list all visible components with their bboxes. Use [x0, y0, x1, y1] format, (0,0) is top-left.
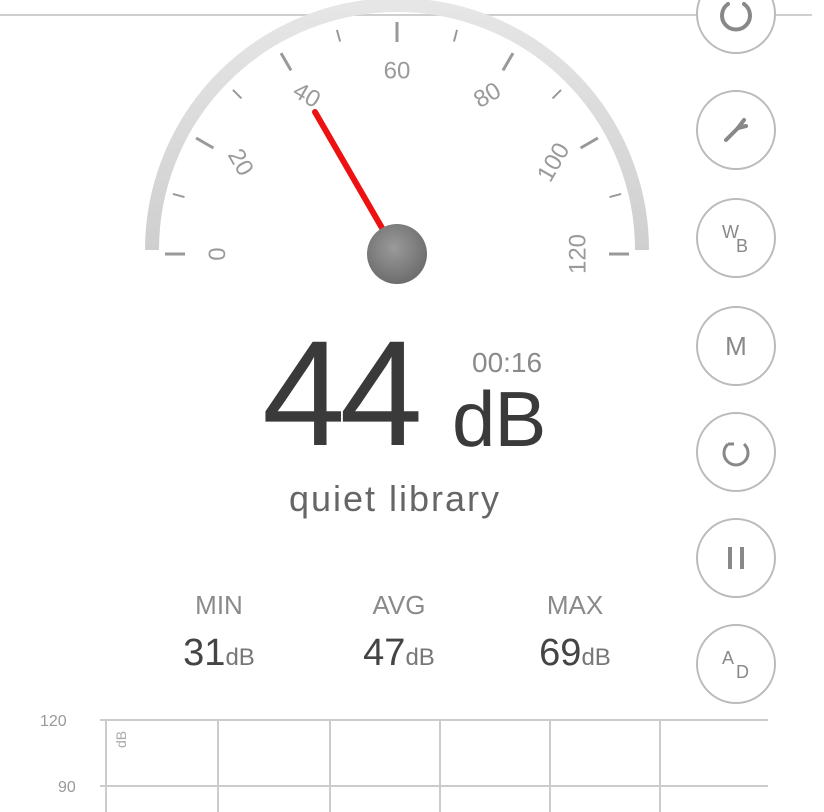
series-label: dB: [113, 731, 129, 748]
settings-button[interactable]: [696, 90, 776, 170]
pause-button[interactable]: [696, 518, 776, 598]
y-tick-120: 120: [40, 713, 67, 730]
weighting-button[interactable]: W B: [696, 198, 776, 278]
level-description: quiet library: [288, 478, 502, 519]
current-level-unit: dB: [452, 375, 546, 463]
wrench-icon: [724, 118, 748, 142]
stat-avg: AVG 47dB: [334, 590, 464, 683]
pause-icon: [728, 547, 744, 569]
power-icon: [720, 2, 752, 32]
stat-min-label: MIN: [195, 590, 243, 620]
stat-min: MIN 31dB: [154, 590, 284, 683]
reset-icon: [722, 442, 750, 467]
stat-max-label: MAX: [546, 590, 604, 620]
power-button[interactable]: [696, 0, 776, 54]
reading-panel: 44 00:16 dB quiet library MIN 31dB AVG 4…: [0, 0, 680, 812]
mode-button[interactable]: M: [696, 306, 776, 386]
elapsed-timer: 00:16: [472, 347, 543, 378]
history-chart: 120 90 dB: [40, 713, 768, 812]
reset-button[interactable]: [696, 412, 776, 492]
current-level-value: 44: [262, 309, 423, 477]
stat-min-value: 31dB: [183, 632, 255, 674]
y-tick-90: 90: [58, 779, 76, 796]
m-icon: M: [725, 330, 747, 361]
stat-avg-label: AVG: [372, 590, 426, 620]
stat-avg-value: 47dB: [363, 632, 435, 674]
response-button[interactable]: A D: [696, 624, 776, 704]
stat-max-value: 69dB: [539, 632, 611, 674]
stat-max: MAX 69dB: [510, 590, 640, 683]
response-icon: A D: [722, 648, 749, 682]
vertical-grid: [105, 720, 661, 812]
weighting-icon: W B: [722, 222, 749, 256]
